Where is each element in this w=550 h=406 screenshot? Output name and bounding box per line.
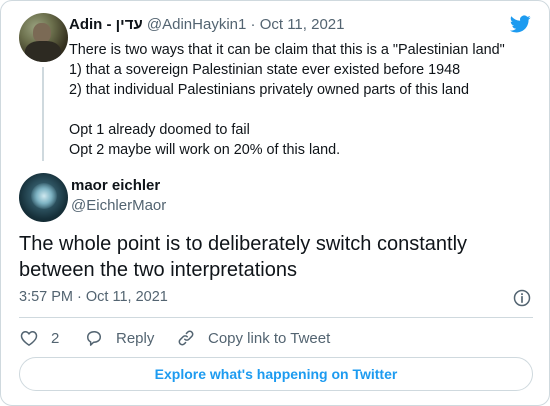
quoted-text-line: Opt 2 maybe will work on 20% of this lan… [69, 142, 341, 158]
reply-button[interactable]: Reply [84, 328, 154, 348]
copy-link-button[interactable]: Copy link to Tweet [176, 328, 330, 348]
tweet-text: The whole point is to deliberately switc… [19, 233, 468, 281]
avatar-figure-head [33, 23, 51, 43]
explore-label: Explore what's happening on Twitter [154, 366, 398, 382]
avatar-image-detail [31, 183, 57, 209]
quoted-author-name[interactable]: Adin - עדין [69, 16, 143, 33]
separator-dot: · [250, 16, 256, 33]
tweet-timestamp[interactable]: 3:57 PM · Oct 11, 2021 [19, 289, 168, 305]
avatar[interactable] [19, 13, 68, 62]
quoted-text-line: 1) that a sovereign Palestinian state ev… [69, 62, 461, 78]
info-circle-icon[interactable] [512, 288, 532, 308]
quoted-text-line: 2) that individual Palestinians privatel… [69, 82, 469, 98]
quoted-text-line: Opt 1 already doomed to fail [69, 122, 250, 138]
tweet-author[interactable]: maor eichler @EichlerMaor [19, 173, 519, 223]
speech-bubble-icon [87, 331, 101, 346]
heart-outline-icon [20, 331, 38, 346]
quoted-text-line [69, 100, 529, 120]
quoted-author-handle[interactable]: @AdinHaykin1 [147, 16, 246, 33]
quoted-text-line: There is two ways that it can be claim t… [69, 42, 505, 58]
avatar[interactable] [19, 173, 68, 222]
author-handle[interactable]: @EichlerMaor [71, 197, 166, 214]
tweet-embed-card: Adin - עדין @AdinHaykin1 · Oct 11, 2021 … [0, 0, 550, 406]
explore-twitter-button[interactable]: Explore what's happening on Twitter [19, 357, 533, 391]
twitter-bird-icon[interactable] [508, 13, 532, 35]
thread-connector-line [42, 67, 44, 161]
reply-label: Reply [116, 329, 155, 347]
copy-link-label: Copy link to Tweet [208, 329, 331, 347]
avatar-figure-body [25, 41, 61, 62]
quoted-tweet-date[interactable]: Oct 11, 2021 [260, 16, 345, 33]
author-name[interactable]: maor eichler [71, 177, 160, 194]
like-button[interactable]: 2 [19, 328, 59, 348]
like-count: 2 [51, 329, 60, 347]
quoted-tweet-header: Adin - עדין @AdinHaykin1 · Oct 11, 2021 [69, 16, 344, 33]
divider [19, 317, 533, 318]
link-chain-icon [178, 330, 194, 346]
quoted-tweet-text: There is two ways that it can be claim t… [69, 40, 529, 160]
